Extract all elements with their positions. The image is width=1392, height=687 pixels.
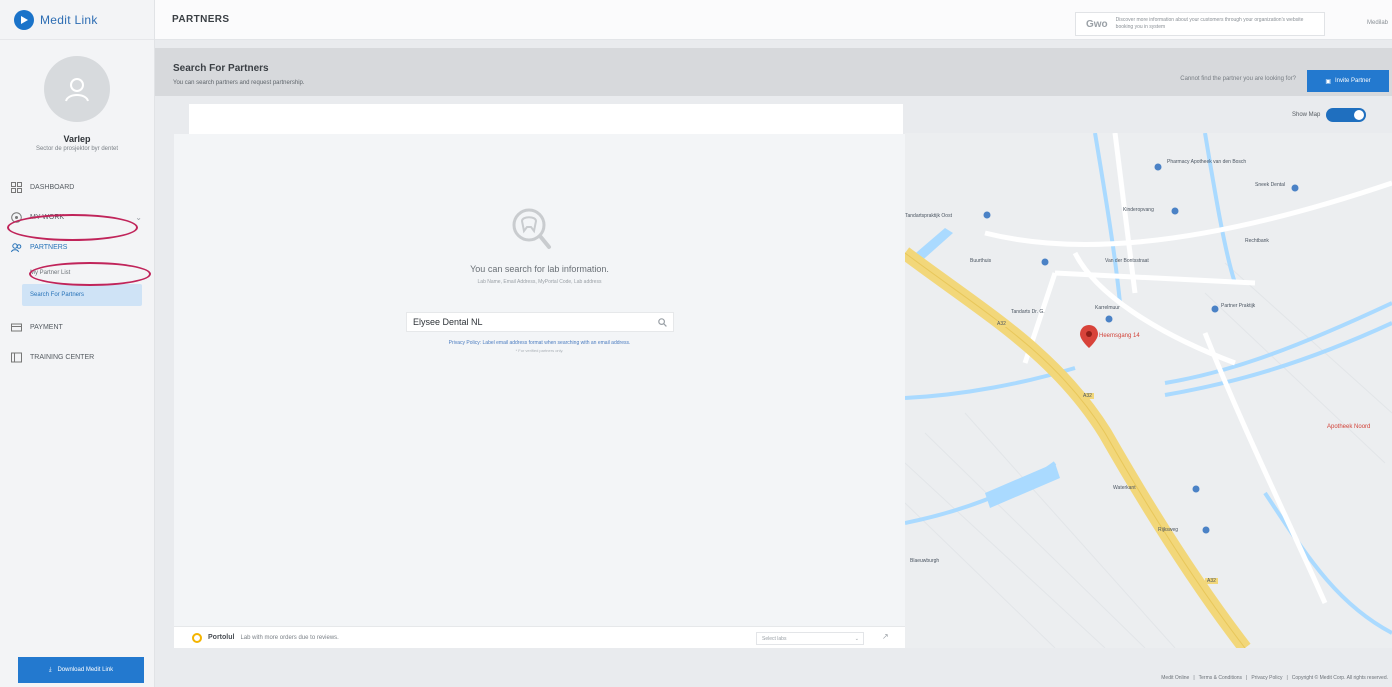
privacy-policy-note[interactable]: Privacy Policy: Label email address form… — [174, 340, 905, 346]
sidebar-item-payment[interactable]: PAYMENT — [0, 312, 154, 342]
external-link-icon[interactable]: ↗ — [882, 632, 889, 641]
training-icon — [10, 351, 22, 363]
avatar[interactable] — [44, 56, 110, 122]
map-label: Pharmacy Apotheek van den Bosch — [1167, 159, 1247, 165]
promo-banner[interactable]: Gwo Discover more information about your… — [1075, 12, 1325, 36]
map-label: Tandartspraktijk Oost — [905, 213, 952, 219]
annotation-circle-partners — [7, 214, 138, 241]
page-title: PARTNERS — [172, 14, 230, 25]
sidebar-subitem-search-for-partners[interactable]: Search For Partners — [22, 284, 142, 306]
highway-label: A32 — [1205, 578, 1218, 584]
topbar: PARTNERS Gwo Discover more information a… — [155, 0, 1392, 40]
show-map-toggle[interactable] — [1326, 108, 1367, 122]
invite-icon: ▣ — [1325, 78, 1331, 85]
map-selected-label: Heemsgang 14 — [1099, 333, 1140, 339]
map-label: Apotheek Noord — [1327, 424, 1371, 430]
sidebar-item-label: PARTNERS — [30, 243, 68, 251]
privacy-policy-subnote: * For verified partners only. — [515, 348, 564, 353]
chevron-down-icon[interactable]: ⌄ — [135, 213, 142, 222]
lab-search-icon — [512, 208, 551, 249]
empty-state-title: You can search for lab information. — [470, 264, 609, 274]
medit-logo-icon — [14, 9, 34, 30]
sidebar-item-dashboard[interactable]: DASHBOARD — [0, 172, 154, 202]
dashboard-icon — [10, 181, 22, 193]
chevron-down-icon: ⌄ — [854, 635, 859, 642]
lab-select-dropdown[interactable]: Select labs ⌄ — [756, 632, 864, 645]
search-header: Search For Partners You can search partn… — [155, 48, 1392, 96]
map-label: Partner Praktijk — [1221, 303, 1256, 309]
user-icon — [65, 78, 89, 102]
section-subtitle: You can search partners and request part… — [173, 80, 305, 86]
footer-link-terms[interactable]: Terms & Conditions — [1199, 675, 1242, 681]
promo-logo: Gwo — [1086, 18, 1108, 30]
promo-text: Discover more information about your cus… — [1115, 17, 1304, 30]
annotation-circle-search-for-partners — [29, 262, 151, 286]
invite-partner-button[interactable]: ▣ Invite Partner — [1307, 70, 1389, 92]
map-label: Van der Bontsstraat — [1105, 258, 1149, 264]
account-label: Medilab — [1366, 20, 1388, 26]
highway-label: A32 — [995, 321, 1008, 327]
partner-map[interactable]: Pharmacy Apotheek van den Bosch Sneek De… — [905, 133, 1392, 648]
sidebar-item-label: TRAINING CENTER — [30, 353, 95, 361]
sidebar-item-training-center[interactable]: TRAINING CENTER — [0, 342, 154, 372]
download-icon: ⤓ — [48, 666, 52, 673]
footer-link-privacy[interactable]: Privacy Policy — [1251, 675, 1282, 681]
account-menu[interactable]: Medilab — [1367, 20, 1388, 26]
powered-by-bar: Portolul Lab with more orders due to rev… — [174, 626, 905, 648]
map-label: Tandarts Dr. G. — [1011, 309, 1045, 315]
map-label: Kinderopvang — [1123, 207, 1154, 213]
results-toolbar — [189, 104, 903, 134]
partner-search-box[interactable] — [406, 312, 674, 332]
sidebar-item-label: DASHBOARD — [30, 183, 75, 191]
powered-by-text: Lab with more orders due to reviews. — [240, 634, 339, 641]
search-icon[interactable] — [658, 318, 667, 327]
highway-label: A32 — [1081, 393, 1094, 399]
show-map-label: Show Map — [1292, 112, 1321, 118]
empty-state-subtitle: Lab Name, Email Address, MyPortal Code, … — [477, 279, 602, 285]
user-name: Varlep — [63, 134, 91, 144]
sidebar: Medit Link Varlep Sector de prosjektor b… — [0, 0, 155, 687]
cannot-find-partner-link[interactable]: Cannot find the partner you are looking … — [1180, 76, 1296, 82]
map-label: Buurthuis — [970, 258, 992, 264]
brand-name: Medit Link — [40, 12, 98, 27]
footer-copyright: Copyright © Medit Corp. All rights reser… — [1291, 675, 1388, 681]
map-label: Karrelmuur — [1095, 305, 1120, 311]
partners-icon — [10, 241, 22, 253]
user-subtitle: Sector de prosjektor byr dentet — [35, 146, 119, 152]
map-label: Rechtbank — [1245, 238, 1269, 244]
powered-by-name: Portolul — [208, 634, 235, 641]
download-medit-link-button[interactable]: ⤓ Download Medit Link — [18, 657, 144, 683]
footer-links: Medit Online | Terms & Conditions | Priv… — [1161, 675, 1388, 681]
show-map-toggle-group: Show Map — [1292, 108, 1367, 122]
portal-logo-icon — [192, 632, 202, 643]
brand[interactable]: Medit Link — [0, 0, 154, 40]
payment-icon — [10, 321, 22, 333]
map-label: Blaeuwburgh — [910, 558, 940, 564]
map-label: Sneek Dental — [1255, 182, 1286, 188]
section-title: Search For Partners — [173, 63, 269, 74]
app-root: Medit Link Varlep Sector de prosjektor b… — [0, 0, 1392, 687]
footer-link-medit-online[interactable]: Medit Online — [1161, 675, 1189, 681]
search-panel: You can search for lab information. Lab … — [174, 134, 905, 626]
map-label: Rijksweg — [1158, 527, 1179, 533]
map-label: Waterkant — [1113, 485, 1136, 491]
sidebar-item-label: PAYMENT — [30, 323, 63, 331]
partner-search-input[interactable] — [413, 317, 653, 327]
